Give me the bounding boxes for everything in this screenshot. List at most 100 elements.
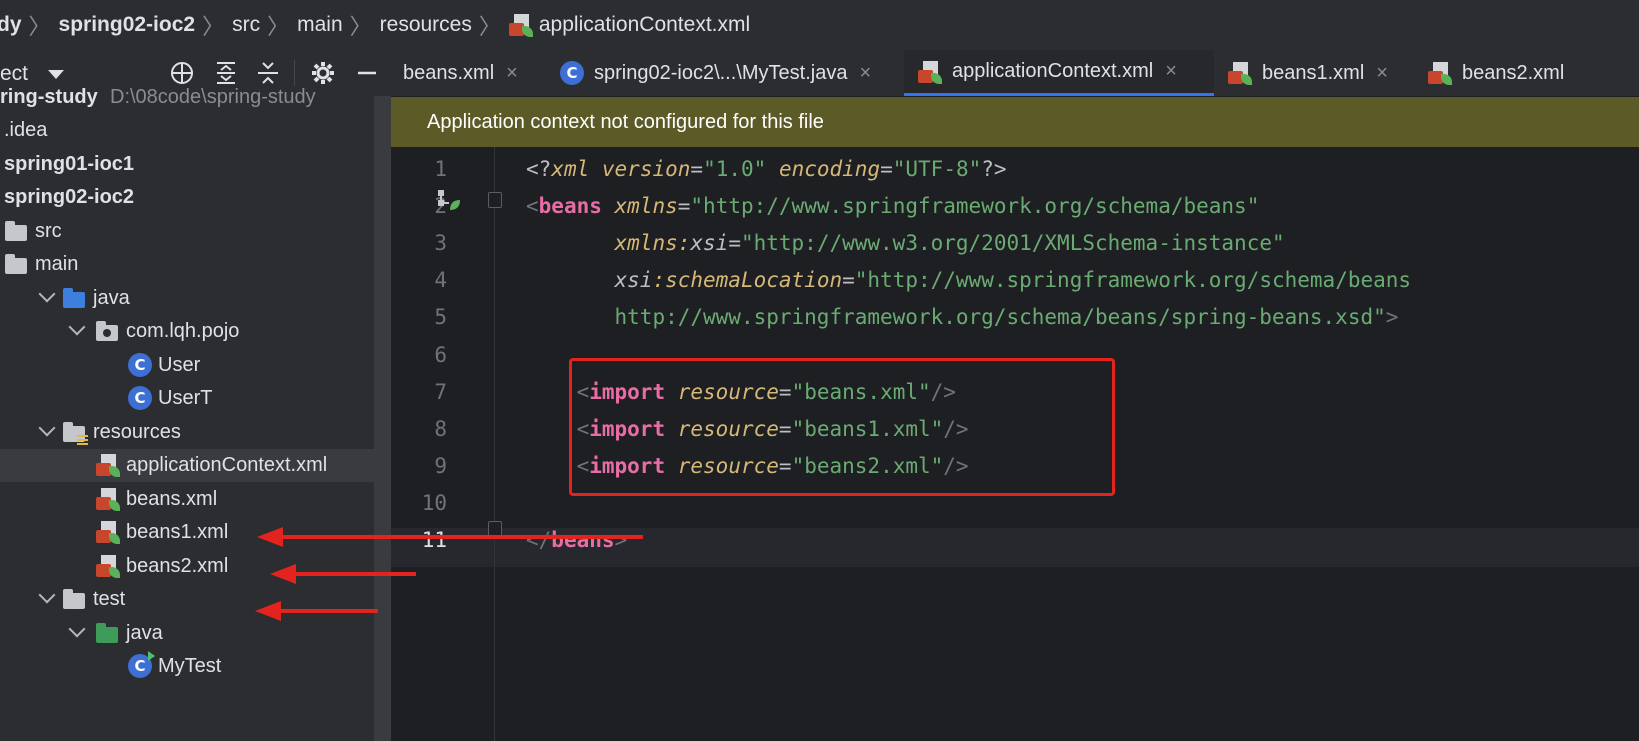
code-token: xsi [614,268,653,293]
project-tree-scrollbar[interactable] [374,96,391,741]
line-number: 1 [434,157,447,181]
code-token: http://www.springframework.org/schema/be… [614,305,1386,330]
code-line: 4 xsi:schemaLocation="http://www.springf… [391,261,1639,300]
breadcrumb-item[interactable]: main [297,13,343,37]
code-line: 2 <beans xmlns="http://www.springframewor… [391,187,1639,226]
chevron-down-icon[interactable] [68,318,86,336]
tree-item[interactable]: C MyTest [0,650,374,683]
tree-item-label: com.lqh.pojo [126,320,240,342]
chevron-down-icon[interactable] [38,285,56,303]
code-token: = [677,194,691,219]
close-icon[interactable]: × [1165,60,1177,83]
code-text: </beans> [526,521,627,560]
tab-applicationcontext-xml[interactable]: applicationContext.xml × [904,50,1214,96]
line-number: 4 [434,268,447,293]
tab-beans2-xml[interactable]: beans2.xml [1414,50,1639,96]
tree-item[interactable]: .idea [0,114,374,147]
code-token: encoding [778,157,881,181]
tree-item-label: resources [93,421,181,443]
code-text: <beans xmlns="http://www.springframework… [526,187,1259,226]
tree-item[interactable]: java [0,617,374,650]
chevron-down-icon[interactable] [68,620,86,638]
java-class-icon: C [128,353,152,377]
code-token: "1.0" [703,157,767,181]
tree-item[interactable]: C User [0,349,374,382]
breadcrumb-item[interactable]: spring02-ioc2 [59,13,196,37]
code-token: :schemaLocation [652,268,843,293]
code-token: "http://www.springframework.org/schema/b… [854,268,1412,293]
test-class-icon: C [128,651,155,678]
fold-icon[interactable] [488,192,502,208]
project-panel: ect ring-study D:\08code\spring-study .ide… [0,50,391,741]
tree-item-label: .idea [4,119,48,141]
tab-spring02-ioc2-mytest-java[interactable]: Cspring02-ioc2\...\MyTest.java × [546,50,904,96]
tree-item-label: spring01-ioc1 [4,153,135,175]
code-token: "http://www.w3.org/2001/XMLSchema-instan… [740,231,1285,256]
package-icon [96,321,118,341]
banner-text: Application context not configured for t… [427,110,824,133]
code-token: > [614,528,628,552]
code-token: = [880,157,893,181]
tree-item-label: test [93,588,126,610]
context-warning-banner: Application context not configured for t… [391,97,1639,147]
tab-label: applicationContext.xml [952,60,1154,82]
spring-bean-gutter-icon[interactable] [437,188,461,212]
tree-item[interactable]: src [0,215,374,248]
close-icon[interactable]: × [506,62,518,85]
code-token: beans [551,528,615,552]
folder-icon [96,623,118,643]
chevron-down-icon[interactable] [38,586,56,604]
tab-label: beans2.xml [1462,61,1565,84]
tree-item-label: beans2.xml [126,555,229,577]
code-token: xsi [690,231,729,256]
tree-item[interactable]: C UserT [0,382,374,415]
xml-spring-icon [918,60,942,84]
xml-spring-icon [96,487,120,511]
line-number: 5 [434,305,447,330]
tree-item[interactable]: spring01-ioc1 [0,148,374,181]
tree-item-label: User [158,354,201,376]
code-token: = [690,157,704,181]
line-number: 10 [421,490,447,515]
tree-item-path: D:\08code\spring-study [110,86,316,108]
tree-item[interactable]: beans.xml [0,483,374,516]
breadcrumb-item[interactable]: dy [0,13,22,37]
chevron-down-icon[interactable] [38,419,56,437]
breadcrumb-item[interactable]: src [232,13,260,37]
tree-item[interactable]: beans2.xml [0,550,374,583]
tree-item[interactable]: ring-study D:\08code\spring-study [0,81,374,114]
tree-item[interactable]: main [0,248,374,281]
tree-item[interactable]: beans1.xml [0,516,374,549]
tree-item-label: MyTest [158,655,222,677]
code-token: "UTF-8" [892,157,982,181]
breadcrumb-item[interactable]: resources [380,13,472,37]
line-number: 9 [434,453,447,478]
code-token: = [728,231,741,256]
code-line: 3 xmlns:xsi="http://www.w3.org/2001/XMLS… [391,224,1639,263]
close-icon[interactable]: × [1376,62,1388,85]
code-token: </ [526,528,552,552]
tree-item[interactable]: java [0,282,374,315]
tab-beans-xml[interactable]: beans.xml × [391,50,546,96]
folder-icon [63,589,85,609]
chevron-down-icon[interactable] [48,70,64,79]
tree-item-label: java [126,622,163,644]
code-token: > [1385,305,1399,330]
java-class-icon: C [128,386,152,410]
tree-item[interactable]: spring02-ioc2 [0,181,374,214]
code-text: xmlns:xsi="http://www.w3.org/2001/XMLSch… [526,224,1285,263]
breadcrumb-item[interactable]: applicationContext.xml [539,13,750,37]
code-token: "http://www.springframework.org/schema/b… [690,194,1260,219]
tree-item[interactable]: applicationContext.xml [0,449,374,482]
tree-item-label: src [35,220,62,242]
tree-item[interactable]: resources [0,416,374,449]
close-icon[interactable]: × [859,62,871,85]
tab-beans1-xml[interactable]: beans1.xml × [1214,50,1414,96]
line-number: 6 [434,342,447,367]
tree-item-label: beans.xml [126,488,218,510]
tree-item[interactable]: com.lqh.pojo [0,315,374,348]
